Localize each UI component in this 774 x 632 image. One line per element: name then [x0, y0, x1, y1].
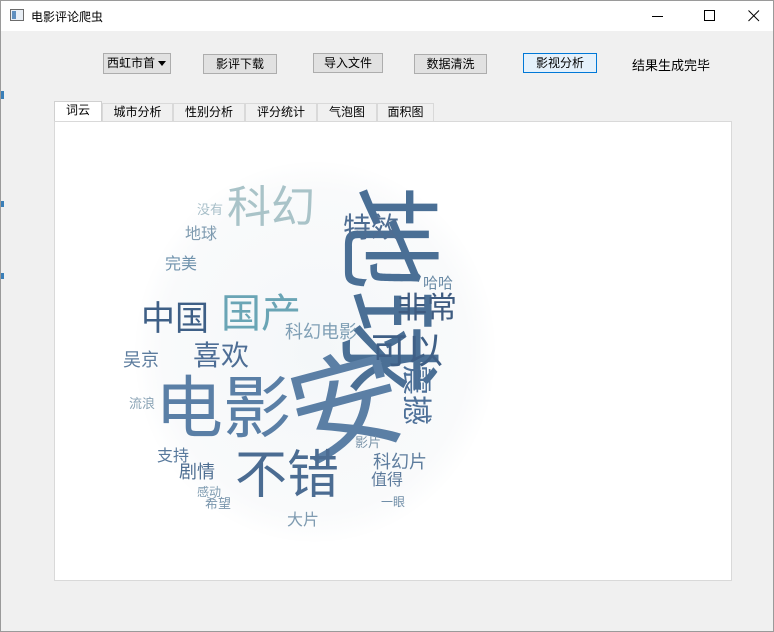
word-cloud-word: 完美: [165, 254, 198, 273]
app-window: 电影评论爬虫 西虹市首 影评下载 导入文件 数据清洗 影视分析 结果生成完毕 词…: [0, 0, 774, 632]
word-cloud-word: 剧情: [179, 462, 215, 483]
tab-city-analysis[interactable]: 城市分析: [102, 103, 173, 121]
movie-select-value: 西虹市首: [107, 56, 156, 70]
status-text: 结果生成完毕: [632, 59, 711, 74]
tab-gender-analysis[interactable]: 性别分析: [173, 103, 245, 121]
word-cloud-word: 流浪: [129, 397, 156, 412]
edge-mark: [1, 91, 4, 99]
word-cloud-word: 没有: [197, 203, 224, 218]
chevron-down-icon: [158, 61, 166, 66]
word-cloud-word: 哈哈: [423, 274, 454, 292]
word-cloud-word: 电影: [155, 370, 292, 449]
import-file-button[interactable]: 导入文件: [313, 53, 383, 73]
word-cloud-word: 希望: [205, 497, 232, 512]
word-cloud-word: 科幻: [227, 182, 315, 233]
word-cloud-word: 喜欢: [193, 339, 250, 372]
edge-mark: [1, 273, 4, 279]
word-cloud-word: 影片: [355, 436, 382, 451]
tab-rating-stats[interactable]: 评分统计: [245, 103, 317, 121]
word-cloud: 地球 安 电影 不错 科幻 中国 国产 喜欢 特效 非常 可以 震撼 科幻电影 …: [123, 162, 495, 542]
wordcloud-panel: 地球 安 电影 不错 科幻 中国 国产 喜欢 特效 非常 可以 震撼 科幻电影 …: [54, 121, 732, 581]
title-bar: 电影评论爬虫: [1, 1, 773, 31]
app-icon: [10, 9, 24, 21]
word-cloud-word: 大片: [287, 510, 320, 529]
window-title: 电影评论爬虫: [31, 10, 104, 24]
word-cloud-word: 不错: [235, 446, 340, 506]
word-cloud-word: 一眼: [381, 495, 406, 509]
movie-select[interactable]: 西虹市首: [103, 53, 171, 74]
word-cloud-word: 科幻电影: [285, 322, 357, 343]
maximize-button[interactable]: [687, 1, 733, 31]
tab-wordcloud[interactable]: 词云: [54, 101, 102, 123]
word-cloud-word: 吴京: [123, 350, 159, 371]
analyze-button[interactable]: 影视分析: [523, 53, 597, 73]
word-cloud-word: 非常: [397, 291, 457, 326]
edge-mark: [1, 201, 4, 207]
word-cloud-word: 值得: [371, 470, 404, 489]
close-button[interactable]: [731, 1, 774, 31]
clean-data-button[interactable]: 数据清洗: [414, 54, 487, 74]
maximize-icon: [704, 10, 715, 21]
minimize-icon: [652, 16, 663, 17]
tab-area-chart[interactable]: 面积图: [377, 103, 434, 121]
word-cloud-word: 中国: [141, 299, 209, 339]
word-cloud-word: 震撼: [398, 365, 433, 425]
word-cloud-word: 地球: [185, 224, 218, 243]
word-cloud-word: 感动: [197, 485, 222, 499]
download-reviews-button[interactable]: 影评下载: [203, 54, 277, 74]
word-cloud-word: 特效: [343, 211, 400, 244]
minimize-button[interactable]: [635, 1, 681, 31]
close-icon: [748, 10, 760, 22]
tab-bubble-chart[interactable]: 气泡图: [317, 103, 377, 121]
word-cloud-word: 支持: [157, 446, 190, 465]
